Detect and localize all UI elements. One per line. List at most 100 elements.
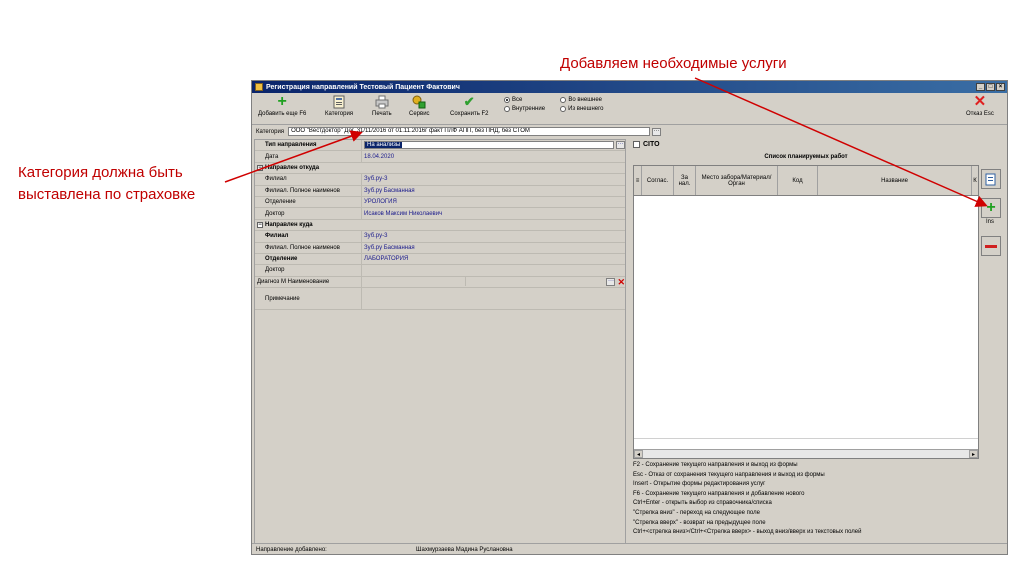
scroll-right-arrow-icon[interactable]: ▸ [969, 450, 978, 458]
radio-from-external[interactable]: Из внешнего [560, 106, 604, 112]
radio-dot [560, 97, 567, 103]
prop-row-to-branch-full[interactable]: Филиал. Полное наименов Зуб.ру Басманная [255, 242, 625, 254]
radio-all[interactable]: Все [504, 97, 522, 103]
edit-services-button[interactable] [981, 169, 1001, 189]
prop-label: Диагноз М Наименование [255, 276, 362, 288]
services-panel: CITO Список планируемых работ ≡ Соглас. … [633, 139, 979, 459]
column-place[interactable]: Место забора/Материал/Орган [696, 166, 778, 195]
diagnosis-name-label: Наименование [287, 278, 330, 285]
app-icon [255, 83, 263, 91]
printer-icon [375, 95, 389, 109]
column-cash[interactable]: За нал. [674, 166, 696, 195]
prop-row-from-branch-full[interactable]: Филиал. Полное наименов Зуб.ру Басманная [255, 185, 625, 197]
category-field[interactable]: ООО "Вестдоктор" Дог. 31/11/2016 от 01.1… [288, 127, 651, 136]
cito-label: CITO [643, 140, 660, 148]
radio-dot [504, 106, 510, 112]
column-k[interactable]: К [972, 166, 978, 195]
scroll-left-arrow-icon[interactable]: ◂ [634, 450, 643, 458]
prop-label: Филиал. Полное наименов [255, 242, 362, 253]
prop-label: Филиал [255, 174, 362, 185]
maximize-button[interactable]: □ [986, 83, 995, 91]
annotation-add-services: Добавляем необходимые услуги [560, 55, 787, 72]
clear-diagnosis-icon[interactable]: ✕ [617, 277, 625, 286]
collapse-icon[interactable]: − [257, 164, 263, 171]
prop-row-to-dept[interactable]: Отделение ЛАБОРАТОРИЯ [255, 253, 625, 266]
collapse-icon[interactable]: − [257, 221, 263, 228]
insert-shortcut-label: Ins [986, 219, 995, 225]
window-title: Регистрация направлений Тестовый Пациент… [266, 83, 460, 91]
diagnosis-label: Диагноз М [257, 278, 286, 285]
type-picker-button[interactable]: ··· [616, 141, 625, 150]
plus-icon: + [986, 199, 996, 216]
toolbar: + Добавить еще F6 Категория Печать Серви… [252, 93, 1007, 125]
prop-row-from-doctor[interactable]: Доктор Исаков Максим Николаевич [255, 208, 625, 220]
status-label: Направление добавлено: [256, 546, 327, 553]
prop-row-type[interactable]: Тип направления На анализы ··· [255, 140, 625, 152]
group-from[interactable]: − Направлен откуда [255, 163, 625, 175]
help-line: Ctrl+Enter - открыть выбор из справочник… [633, 500, 772, 507]
radio-to-external[interactable]: Во внешнее [560, 97, 602, 103]
prop-label: Филиал. Полное наименов [255, 185, 362, 196]
help-line: "Стрелка вниз" - переход на следующее по… [633, 509, 760, 516]
diagnosis-picker-button[interactable]: ··· [606, 277, 616, 286]
from-branch-full-value: Зуб.ру Басманная [364, 187, 415, 194]
category-picker-button[interactable]: ··· [652, 127, 662, 136]
service-button[interactable]: Сервис [409, 95, 430, 117]
group-to[interactable]: − Направлен куда [255, 220, 625, 232]
prop-row-from-branch[interactable]: Филиал Зуб.ру-3 [255, 174, 625, 186]
category-bar: Категория ООО "Вестдоктор" Дог. 31/11/20… [252, 126, 1007, 137]
cancel-button[interactable]: ✕ Отказ Esc [966, 93, 994, 117]
cito-checkbox[interactable]: CITO [633, 139, 979, 149]
status-bar: Направление добавлено: Шахмурзаева Мадин… [252, 543, 1007, 554]
column-agreement[interactable]: Соглас. [642, 166, 674, 195]
column-name[interactable]: Название [818, 166, 972, 195]
minimize-button[interactable]: _ [976, 83, 985, 91]
annotation-category-note: Категория должна быть выставлена по стра… [18, 162, 238, 206]
to-branch-full-value: Зуб.ру Басманная [364, 244, 415, 251]
prop-label: Тип направления [255, 140, 362, 151]
prop-row-diagnosis[interactable]: Диагноз М Наименование ··· ✕ [255, 276, 625, 289]
prop-row-to-branch[interactable]: Филиал Зуб.ру-3 [255, 231, 625, 243]
prop-row-to-doctor[interactable]: Доктор [255, 265, 625, 277]
diagnosis-field[interactable] [364, 277, 467, 287]
minus-icon [985, 244, 997, 248]
save-button[interactable]: ✔ Сохранить F2 [450, 95, 488, 118]
remove-service-button[interactable] [981, 236, 1001, 256]
group-from-label: Направлен откуда [265, 164, 320, 171]
document-edit-icon [985, 173, 996, 186]
prop-label: Отделение [255, 196, 362, 208]
from-doctor-value: Исаков Максим Николаевич [364, 210, 443, 217]
column-selector-icon[interactable]: ≡ [634, 166, 642, 195]
radio-dot [560, 106, 567, 112]
radio-dot-selected [504, 97, 510, 103]
category-button[interactable]: Категория [325, 95, 353, 117]
annotation-line-2: выставлена по страховке [18, 186, 196, 203]
column-code[interactable]: Код [778, 166, 818, 195]
properties-grid: Тип направления На анализы ··· Дата 18.0… [254, 139, 626, 544]
close-button[interactable]: × [996, 83, 1005, 91]
insert-service-button[interactable]: + Ins [981, 198, 1001, 225]
category-card-icon [332, 95, 346, 109]
type-value: На анализы [365, 142, 403, 149]
type-field[interactable]: На анализы [364, 141, 614, 150]
plus-icon: + [277, 93, 287, 110]
close-x-icon: ✕ [973, 93, 987, 110]
prop-row-note[interactable]: Примечание [255, 288, 625, 311]
prop-label: Филиал [255, 231, 362, 242]
category-label: Категория [256, 128, 285, 135]
registration-window: Регистрация направлений Тестовый Пациент… [251, 80, 1008, 555]
prop-label: Доктор [255, 208, 362, 219]
prop-row-date[interactable]: Дата 18.04.2020 [255, 151, 625, 163]
add-more-button[interactable]: + Добавить еще F6 [258, 93, 306, 118]
note-field[interactable] [362, 288, 625, 309]
to-branch-value: Зуб.ру-3 [364, 233, 388, 240]
prop-row-from-dept[interactable]: Отделение УРОЛОГИЯ [255, 196, 625, 209]
window-titlebar: Регистрация направлений Тестовый Пациент… [252, 81, 1007, 93]
print-button[interactable]: Печать [372, 95, 392, 117]
radio-internal[interactable]: Внутренние [504, 106, 545, 112]
horizontal-scrollbar[interactable]: ◂ ▸ [634, 449, 978, 458]
to-doctor-value [362, 265, 625, 275]
prop-label: Доктор [255, 265, 362, 276]
from-branch-value: Зуб.ру-3 [364, 176, 388, 183]
direction-filter: Все Во внешнее Внутренние Из внешнего [504, 97, 604, 115]
